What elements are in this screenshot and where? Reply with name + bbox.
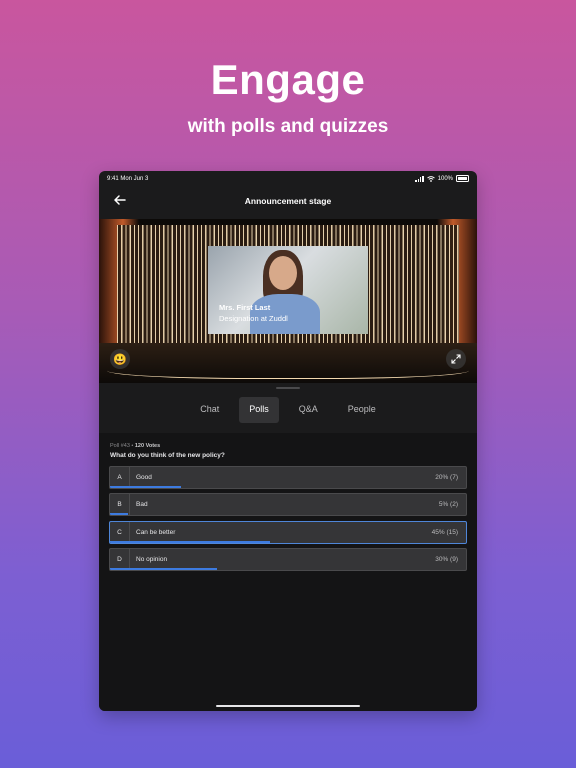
option-progress-bar bbox=[110, 486, 182, 488]
stage-view: Mrs. First Last Designation at Zuddl 😃 bbox=[99, 219, 477, 383]
poll-number: Poll #43 bbox=[110, 443, 130, 449]
option-label: Bad bbox=[136, 501, 148, 508]
page-title: Announcement stage bbox=[244, 196, 332, 206]
speaker-video[interactable]: Mrs. First Last Designation at Zuddl bbox=[208, 246, 368, 334]
option-result: 30% (9) bbox=[435, 556, 458, 563]
speaker-designation: Designation at Zuddl bbox=[219, 314, 288, 323]
option-result: 20% (7) bbox=[435, 474, 458, 481]
poll-votes: 120 Votes bbox=[134, 443, 161, 449]
status-bar: 9:41 Mon Jun 3 100% bbox=[99, 171, 477, 185]
subheadline: with polls and quizzes bbox=[187, 116, 389, 137]
battery-percent: 100% bbox=[437, 175, 453, 182]
expand-icon bbox=[451, 354, 461, 364]
option-letter: B bbox=[110, 494, 130, 515]
poll-meta: Poll #43 • 120 Votes bbox=[110, 443, 161, 449]
tab-bar: Chat Polls Q&A People bbox=[99, 397, 477, 423]
speaker-face bbox=[269, 256, 297, 290]
tab-polls[interactable]: Polls bbox=[239, 397, 279, 423]
tab-qa[interactable]: Q&A bbox=[289, 397, 328, 423]
battery-icon bbox=[456, 175, 469, 182]
poll-panel: Poll #43 • 120 Votes What do you think o… bbox=[99, 433, 477, 711]
option-letter: C bbox=[110, 522, 130, 543]
nav-bar: Announcement stage bbox=[99, 189, 477, 215]
option-letter: D bbox=[110, 549, 130, 570]
tablet-frame: 9:41 Mon Jun 3 100% Announcement stage M… bbox=[99, 171, 477, 711]
expand-button[interactable] bbox=[446, 349, 466, 369]
status-time: 9:41 Mon Jun 3 bbox=[107, 176, 149, 182]
tab-people[interactable]: People bbox=[338, 397, 386, 423]
poll-option-a[interactable]: A Good 20% (7) bbox=[109, 466, 467, 489]
poll-option-d[interactable]: D No opinion 30% (9) bbox=[109, 548, 467, 571]
speaker-name: Mrs. First Last bbox=[219, 303, 271, 312]
tab-chat[interactable]: Chat bbox=[190, 397, 229, 423]
headline: Engage bbox=[210, 56, 366, 103]
option-result: 5% (2) bbox=[438, 501, 458, 508]
option-label: Good bbox=[136, 474, 152, 481]
home-indicator[interactable] bbox=[216, 704, 360, 707]
poll-option-b[interactable]: B Bad 5% (2) bbox=[109, 493, 467, 516]
option-progress-bar bbox=[110, 513, 128, 515]
option-progress-bar bbox=[110, 541, 271, 543]
wifi-icon bbox=[426, 175, 435, 182]
drag-handle[interactable] bbox=[276, 387, 300, 389]
option-label: No opinion bbox=[136, 556, 168, 563]
stage-floor-light bbox=[107, 358, 469, 379]
poll-question: What do you think of the new policy? bbox=[110, 452, 225, 459]
signal-icon bbox=[415, 175, 424, 182]
smiley-icon: 😃 bbox=[113, 353, 127, 366]
option-label: Can be better bbox=[136, 529, 176, 536]
poll-option-c[interactable]: C Can be better 45% (15) bbox=[109, 521, 467, 544]
option-result: 45% (15) bbox=[431, 529, 458, 536]
reaction-button[interactable]: 😃 bbox=[110, 349, 130, 369]
option-progress-bar bbox=[110, 568, 217, 570]
option-letter: A bbox=[110, 467, 130, 488]
